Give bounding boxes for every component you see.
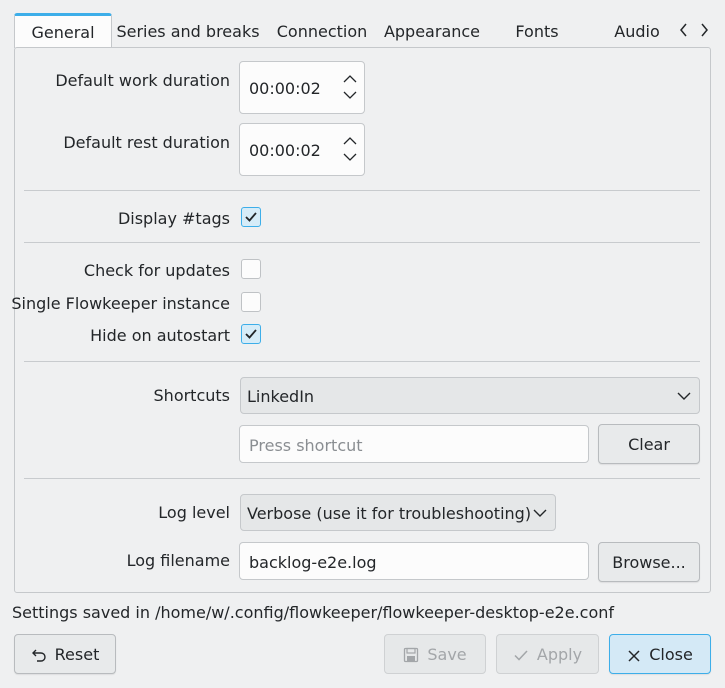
single-instance-checkbox[interactable]	[241, 292, 261, 312]
status-text: Settings saved in /home/w/.config/flowke…	[12, 603, 615, 622]
checkmark-icon	[245, 329, 257, 339]
shortcuts-label: Shortcuts	[153, 386, 230, 405]
spin-arrows-icon[interactable]	[342, 72, 358, 102]
shortcuts-combo[interactable]: LinkedIn	[240, 377, 700, 414]
close-button-label: Close	[649, 645, 693, 664]
checkmark-icon	[514, 650, 528, 661]
reset-button[interactable]: Reset	[14, 634, 116, 674]
rest-duration-label: Default rest duration	[63, 133, 230, 152]
tab-bar: General Series and breaks Connection App…	[14, 13, 719, 48]
close-button[interactable]: Close	[609, 634, 711, 674]
undo-icon	[31, 649, 46, 662]
save-button[interactable]: Save	[384, 634, 486, 674]
rest-duration-spinbox[interactable]: 00:00:02	[239, 123, 365, 176]
chevron-down-icon	[677, 392, 691, 400]
save-icon	[404, 647, 419, 663]
check-updates-checkbox[interactable]	[241, 259, 261, 279]
apply-button[interactable]: Apply	[496, 634, 599, 674]
divider	[24, 242, 700, 243]
shortcut-placeholder: Press shortcut	[249, 436, 363, 455]
tab-appearance[interactable]: Appearance	[380, 13, 484, 48]
reset-button-label: Reset	[54, 645, 100, 664]
log-level-combo[interactable]: Verbose (use it for troubleshooting)	[240, 494, 556, 531]
tab-scroll-right-icon[interactable]	[694, 13, 714, 48]
hide-autostart-checkbox[interactable]	[241, 324, 261, 344]
browse-button[interactable]: Browse...	[598, 542, 700, 582]
tab-connection[interactable]: Connection	[272, 13, 372, 48]
tab-audio[interactable]: Audio	[604, 13, 670, 48]
tab-general[interactable]: General	[14, 13, 112, 48]
clear-button-label: Clear	[628, 435, 670, 454]
divider	[24, 361, 700, 362]
display-tags-label: Display #tags	[117, 209, 230, 228]
tab-scroll-left-icon[interactable]	[674, 13, 694, 48]
divider	[24, 478, 700, 479]
tab-fonts[interactable]: Fonts	[502, 13, 572, 48]
log-filename-input[interactable]: backlog-e2e.log	[239, 542, 589, 580]
hide-autostart-label: Hide on autostart	[90, 326, 230, 345]
save-button-label: Save	[427, 645, 467, 664]
apply-button-label: Apply	[536, 645, 583, 664]
work-duration-label: Default work duration	[55, 71, 230, 90]
work-duration-spinbox[interactable]: 00:00:02	[239, 61, 365, 114]
shortcuts-selected: LinkedIn	[247, 387, 315, 406]
single-instance-label: Single Flowkeeper instance	[11, 294, 230, 313]
tab-series-and-breaks[interactable]: Series and breaks	[114, 13, 262, 48]
spin-arrows-icon[interactable]	[342, 134, 358, 164]
chevron-down-icon	[533, 509, 547, 517]
log-level-selected: Verbose (use it for troubleshooting)	[247, 504, 532, 523]
check-updates-label: Check for updates	[83, 261, 230, 280]
clear-button[interactable]: Clear	[598, 424, 700, 464]
close-icon	[628, 650, 640, 662]
checkmark-icon	[245, 212, 257, 222]
display-tags-checkbox[interactable]	[241, 207, 261, 227]
shortcut-input[interactable]: Press shortcut	[239, 425, 589, 463]
work-duration-value: 00:00:02	[249, 79, 321, 98]
log-filename-label: Log filename	[126, 551, 230, 570]
log-level-label: Log level	[158, 503, 230, 522]
divider	[24, 190, 700, 191]
rest-duration-value: 00:00:02	[249, 141, 321, 160]
log-filename-value: backlog-e2e.log	[249, 553, 377, 572]
browse-button-label: Browse...	[612, 553, 686, 572]
